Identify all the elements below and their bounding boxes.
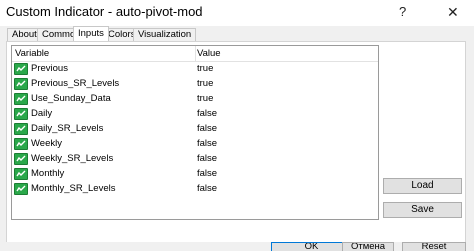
table-row[interactable]: Weekly false [12, 137, 378, 151]
table-row[interactable]: Daily_SR_Levels false [12, 122, 378, 136]
boolean-param-icon [14, 138, 28, 150]
help-button[interactable]: ? [399, 4, 406, 20]
table-row[interactable]: Use_Sunday_Data true [12, 92, 378, 106]
close-button[interactable]: ✕ [447, 4, 459, 20]
boolean-param-icon [14, 183, 28, 195]
boolean-param-icon [14, 78, 28, 90]
variable-value[interactable]: false [197, 107, 217, 121]
boolean-param-icon [14, 63, 28, 75]
cancel-button[interactable]: Отмена [342, 242, 394, 251]
table-row[interactable]: Monthly false [12, 167, 378, 181]
window-title: Custom Indicator - auto-pivot-mod [6, 4, 203, 19]
table-row[interactable]: Previous_SR_Levels true [12, 77, 378, 91]
variable-value[interactable]: true [197, 77, 213, 91]
variable-name: Previous [31, 63, 68, 74]
column-header-variable[interactable]: Variable [12, 46, 196, 61]
variable-value[interactable]: false [197, 182, 217, 196]
variable-name: Monthly_SR_Levels [31, 183, 116, 194]
save-button[interactable]: Save [383, 202, 462, 218]
variable-name: Previous_SR_Levels [31, 78, 120, 89]
boolean-param-icon [14, 108, 28, 120]
variable-name: Use_Sunday_Data [31, 93, 111, 104]
variable-value[interactable]: false [197, 167, 217, 181]
table-row[interactable]: Daily false [12, 107, 378, 121]
variable-name: Daily_SR_Levels [31, 123, 104, 134]
load-button[interactable]: Load [383, 178, 462, 194]
variable-value[interactable]: false [197, 137, 217, 151]
title-bar: Custom Indicator - auto-pivot-mod ? ✕ [0, 0, 474, 26]
boolean-param-icon [14, 123, 28, 135]
variable-value[interactable]: false [197, 122, 217, 136]
variable-name: Weekly [31, 138, 62, 149]
variable-name: Monthly [31, 168, 65, 179]
variable-value[interactable]: false [197, 152, 217, 166]
variable-value[interactable]: true [197, 92, 213, 106]
variable-name: Daily [31, 108, 53, 119]
table-row[interactable]: Previous true [12, 62, 378, 76]
column-header-value[interactable]: Value [194, 46, 377, 61]
ok-button[interactable]: OK [271, 242, 352, 251]
boolean-param-icon [14, 93, 28, 105]
dialog-footer: OK Отмена Reset [0, 242, 474, 251]
variable-name: Weekly_SR_Levels [31, 153, 114, 164]
table-row[interactable]: Weekly_SR_Levels false [12, 152, 378, 166]
boolean-param-icon [14, 153, 28, 165]
boolean-param-icon [14, 168, 28, 180]
inputs-grid[interactable]: Variable Value Previous true Previous_SR_L… [11, 45, 379, 220]
reset-button[interactable]: Reset [402, 242, 466, 251]
table-row[interactable]: Monthly_SR_Levels false [12, 182, 378, 196]
tab-inputs[interactable]: Inputs [73, 26, 109, 41]
tab-visualization[interactable]: Visualization [133, 28, 197, 41]
variable-value[interactable]: true [197, 62, 213, 76]
grid-header: Variable Value [12, 46, 378, 62]
